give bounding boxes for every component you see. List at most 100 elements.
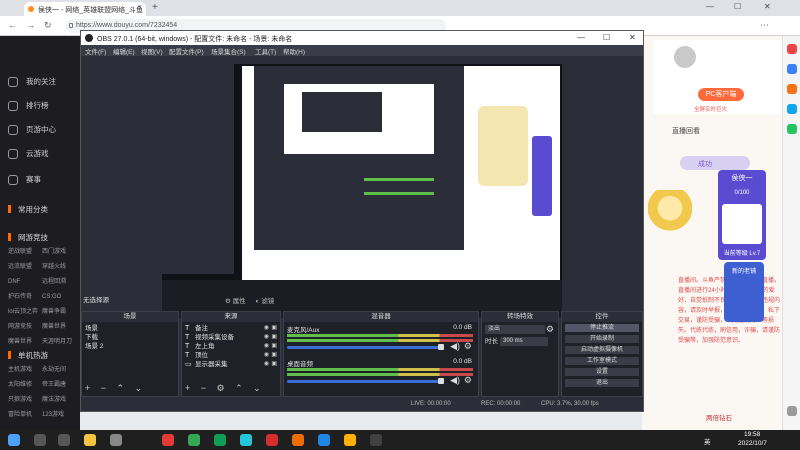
- category-link[interactable]: lol云顶之弈: [8, 306, 42, 319]
- live-replay-link[interactable]: 直播回看: [672, 126, 700, 136]
- category-link[interactable]: 主机游戏: [8, 364, 42, 377]
- menu-tools[interactable]: 工具(T): [255, 46, 276, 56]
- gear-icon[interactable]: ⚙: [546, 324, 554, 335]
- minimize-icon[interactable]: —: [706, 2, 714, 11]
- lock-icon[interactable]: ▣: [271, 324, 277, 333]
- settings-button[interactable]: 设置: [565, 368, 639, 376]
- category-link[interactable]: 天涯明月刀: [42, 336, 76, 349]
- category-link[interactable]: 穿越火线: [42, 261, 76, 274]
- sidebar-item-cloudgame[interactable]: 云游戏: [8, 148, 49, 160]
- edge-icon[interactable]: [318, 434, 330, 446]
- source-item[interactable]: T 视频采集设备 ◉ ▣: [185, 333, 279, 342]
- obs-maximize-icon[interactable]: ☐: [603, 33, 610, 42]
- input-language[interactable]: 英: [704, 436, 711, 446]
- category-link[interactable]: CS:GO: [42, 291, 76, 304]
- category-link[interactable]: 123游戏: [42, 409, 76, 422]
- app-icon[interactable]: [214, 434, 226, 446]
- exit-button[interactable]: 退出: [565, 379, 639, 387]
- category-link[interactable]: 魔兽世界: [8, 336, 42, 349]
- search-icon[interactable]: [787, 44, 797, 54]
- forward-icon[interactable]: →: [26, 20, 35, 30]
- scene-controls[interactable]: + − ⌃ ⌄: [85, 383, 146, 394]
- new-iron-panel[interactable]: 新的老铺: [724, 262, 764, 322]
- category-link[interactable]: 魔法游戏: [42, 394, 76, 407]
- fan-panel[interactable]: 侯侠一 0/100 当前等级 Lv.7: [718, 170, 766, 260]
- duration-input[interactable]: 300 ms: [500, 337, 548, 346]
- volume-slider[interactable]: [287, 380, 443, 383]
- obs-minimize-icon[interactable]: —: [577, 33, 585, 42]
- sidebar-item-ranking[interactable]: 排行榜: [8, 100, 49, 112]
- filters-button[interactable]: 滤镜: [261, 298, 274, 305]
- category-link[interactable]: 帝王霸唐: [42, 379, 76, 392]
- tools-icon[interactable]: [787, 124, 797, 134]
- source-item[interactable]: T 左上角 ◉ ▣: [185, 342, 279, 351]
- obs-close-icon[interactable]: ✕: [629, 33, 636, 42]
- close-window-icon[interactable]: ✕: [764, 2, 771, 11]
- menu-scene-collection[interactable]: 场景集合(S): [211, 46, 246, 56]
- menu-file[interactable]: 文件(F): [85, 46, 106, 56]
- back-icon[interactable]: ←: [8, 20, 17, 30]
- properties-button[interactable]: 属性: [233, 298, 246, 305]
- new-tab-button[interactable]: +: [152, 2, 158, 13]
- speaker-icon[interactable]: ◀): [450, 341, 460, 352]
- app-icon[interactable]: [292, 434, 304, 446]
- lock-icon[interactable]: ▣: [271, 360, 277, 369]
- category-link[interactable]: 永劫无间: [42, 364, 76, 377]
- stop-streaming-button[interactable]: 停止推流: [565, 324, 639, 332]
- gear-icon[interactable]: ⚙: [464, 341, 472, 352]
- category-link[interactable]: 冒险单机: [8, 409, 42, 422]
- diamond-link[interactable]: 两倍钻石: [706, 412, 732, 422]
- start-recording-button[interactable]: 开始录制: [565, 335, 639, 343]
- start-icon[interactable]: [8, 434, 20, 446]
- category-link[interactable]: 逆战联盟: [8, 246, 42, 259]
- eye-icon[interactable]: ◉: [264, 342, 269, 351]
- menu-view[interactable]: 视图(V): [141, 46, 163, 56]
- scene-item[interactable]: 场景 2: [85, 342, 103, 351]
- sidebar-item-following[interactable]: 我的关注: [8, 76, 56, 88]
- settings-icon[interactable]: [787, 406, 797, 416]
- category-link[interactable]: 魔兽争霸: [42, 306, 76, 319]
- source-item[interactable]: ▭ 显示器采集 ◉ ▣: [185, 360, 279, 369]
- lock-icon[interactable]: ▣: [271, 342, 277, 351]
- eye-icon[interactable]: ◉: [264, 360, 269, 369]
- category-link[interactable]: 西门游戏: [42, 246, 76, 259]
- outlook-icon[interactable]: [787, 104, 797, 114]
- scene-item[interactable]: 场景: [85, 324, 98, 333]
- avatar[interactable]: [674, 46, 696, 68]
- category-link[interactable]: 护石传奇: [8, 291, 42, 304]
- browser-tab[interactable]: 侯侠一 - 网络_英雄联盟网络_斗鱼 ×: [24, 2, 146, 16]
- volume-knob[interactable]: [438, 378, 444, 384]
- lock-icon[interactable]: ▣: [271, 333, 277, 342]
- app-icon[interactable]: [240, 434, 252, 446]
- transition-select[interactable]: 淡出: [485, 325, 545, 334]
- virtual-camera-button[interactable]: 启动虚拟摄像机: [565, 346, 639, 354]
- menu-edit[interactable]: 编辑(E): [113, 46, 135, 56]
- category-link[interactable]: 魔兽世界: [42, 321, 76, 334]
- source-item[interactable]: T 顶位 ◉ ▣: [185, 351, 279, 360]
- obs-taskbar-icon[interactable]: [370, 434, 382, 446]
- volume-slider[interactable]: [287, 346, 443, 349]
- volume-knob[interactable]: [438, 344, 444, 350]
- task-view-icon[interactable]: [58, 434, 70, 446]
- scene-item[interactable]: 下载: [85, 333, 98, 342]
- maximize-icon[interactable]: ☐: [734, 2, 741, 11]
- source-item[interactable]: T 备注 ◉ ▣: [185, 324, 279, 333]
- eye-icon[interactable]: ◉: [264, 333, 269, 342]
- chrome-icon[interactable]: [188, 434, 200, 446]
- obs-preview-canvas[interactable]: [162, 64, 562, 318]
- app-icon[interactable]: [162, 434, 174, 446]
- menu-profile[interactable]: 配置文件(P): [169, 46, 204, 56]
- gear-icon[interactable]: ⚙: [464, 375, 472, 386]
- pc-client-button[interactable]: PC客户端: [698, 88, 744, 101]
- menu-help[interactable]: 帮助(H): [283, 46, 305, 56]
- shopping-icon[interactable]: [787, 84, 797, 94]
- eye-icon[interactable]: ◉: [264, 351, 269, 360]
- eye-icon[interactable]: ◉: [264, 324, 269, 333]
- app-icon[interactable]: [266, 434, 278, 446]
- speaker-icon[interactable]: ◀): [450, 375, 460, 386]
- category-link[interactable]: DNF: [8, 276, 42, 289]
- office-icon[interactable]: [787, 64, 797, 74]
- file-explorer-icon[interactable]: [84, 434, 96, 446]
- category-link[interactable]: 网游竞技: [8, 321, 42, 334]
- category-link[interactable]: 太阳维修: [8, 379, 42, 392]
